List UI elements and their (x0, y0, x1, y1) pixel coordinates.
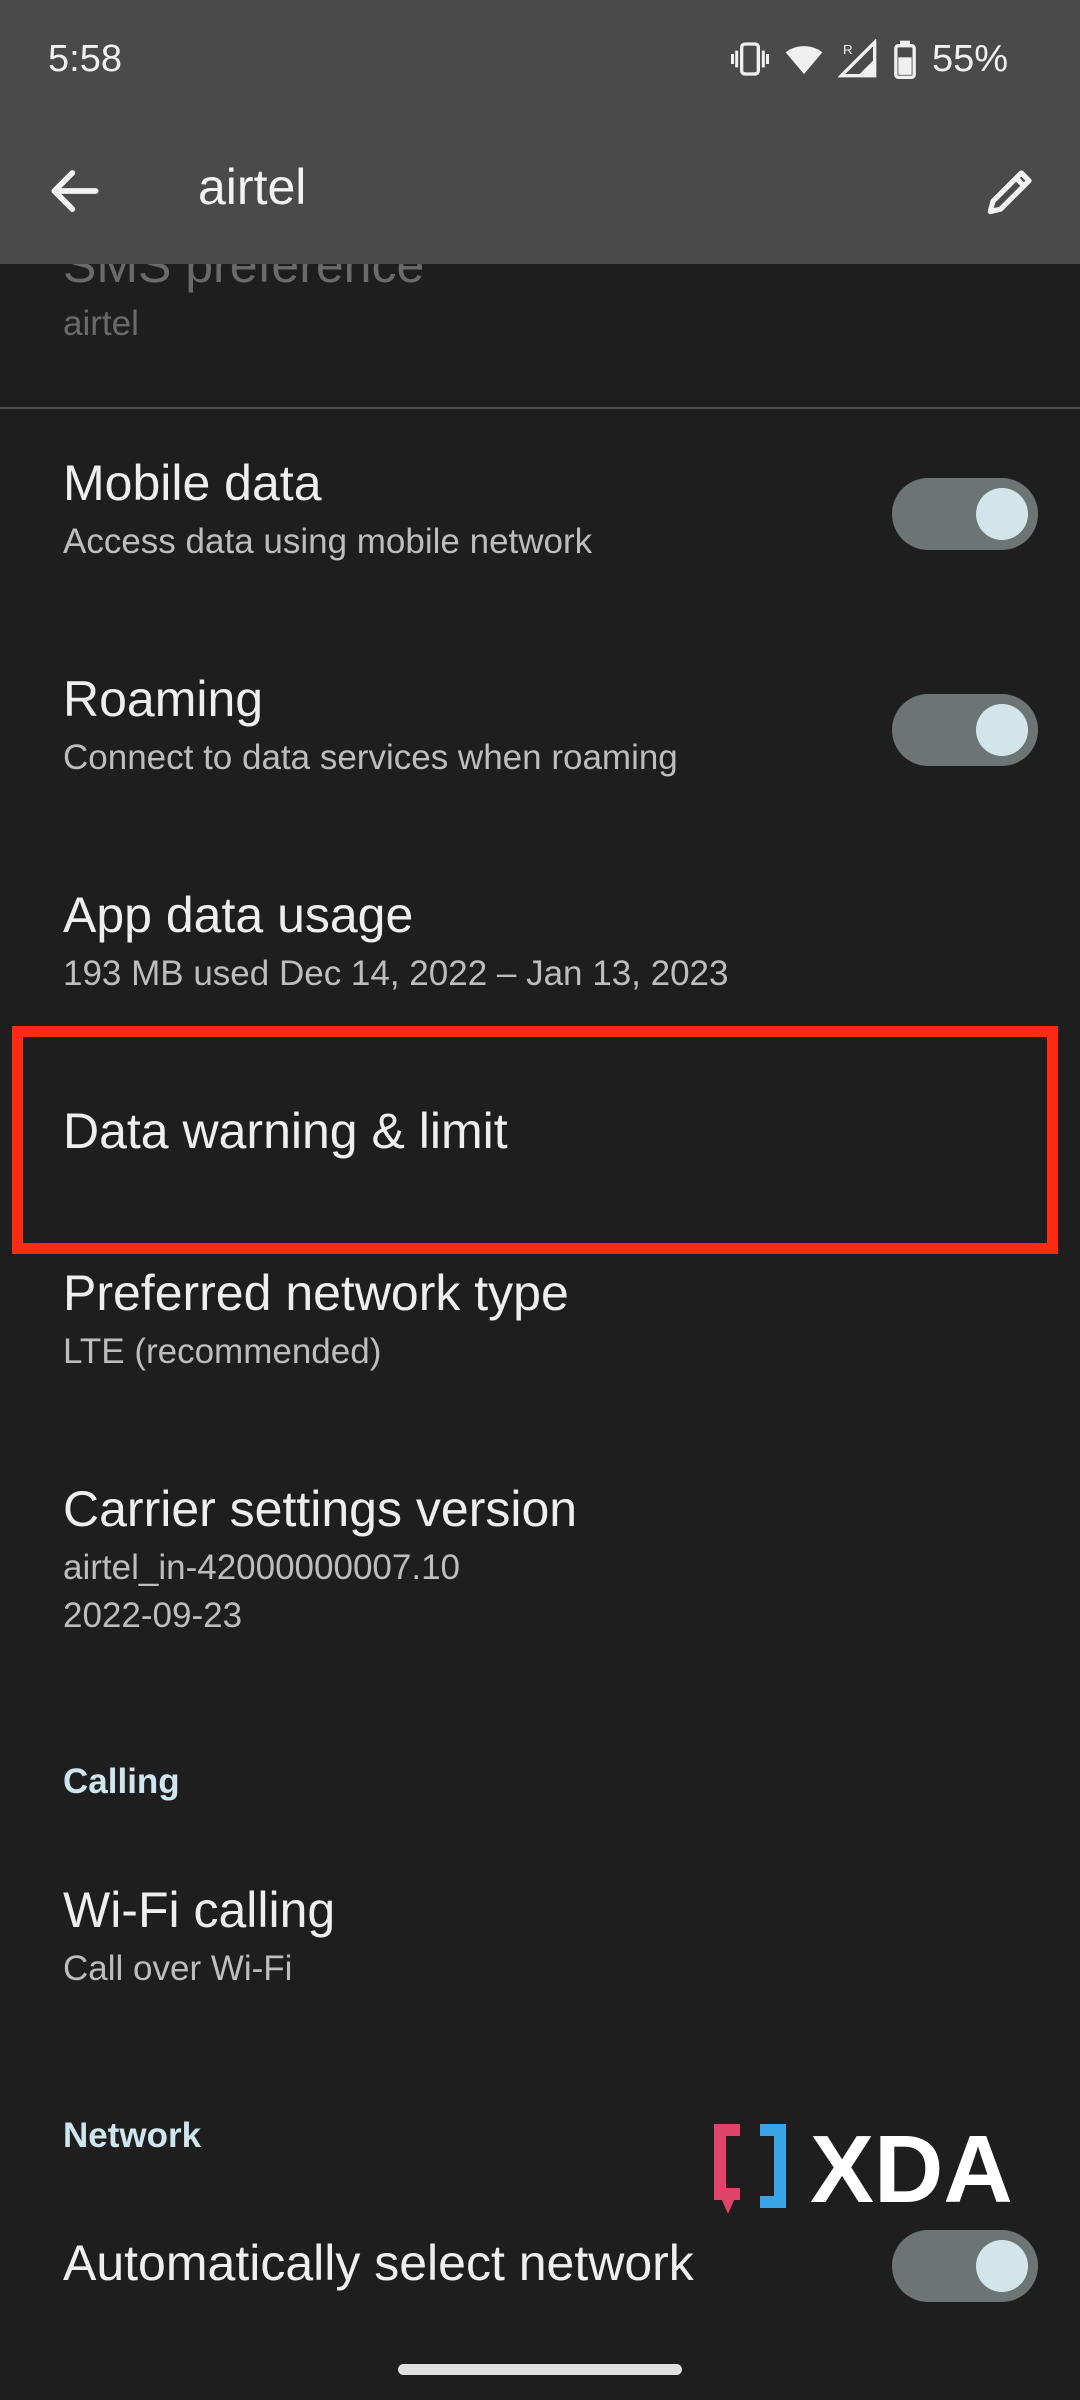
svg-text:XDA: XDA (810, 2116, 1013, 2223)
preferred-network-type-title: Preferred network type (63, 1265, 569, 1321)
vibrate-icon (730, 39, 770, 79)
wifi-calling-item[interactable]: Wi-Fi calling Call over Wi-Fi (63, 1881, 1080, 1993)
carrier-settings-version-title: Carrier settings version (63, 1481, 578, 1537)
xda-logo: XDA (706, 2116, 1050, 2226)
toggle-knob (976, 704, 1028, 756)
page-title: airtel (198, 159, 307, 215)
toggle-knob (976, 488, 1028, 540)
wifi-calling-title: Wi-Fi calling (63, 1882, 336, 1938)
app-bar: airtel (0, 118, 1080, 264)
gesture-nav-handle[interactable] (398, 2364, 682, 2375)
sms-preference-item[interactable]: SMS preference airtel (63, 264, 1080, 348)
carrier-settings-version-line1: airtel_in-42000000007.10 (63, 1548, 460, 1587)
preferred-network-type-item[interactable]: Preferred network type LTE (recommended) (63, 1264, 1080, 1376)
status-icons: R 55% (730, 38, 1008, 81)
edit-pencil-icon[interactable] (980, 160, 1042, 222)
settings-list: SMS preference airtel Mobile data Access… (0, 264, 1080, 2400)
mobile-data-toggle[interactable] (892, 478, 1038, 550)
app-data-usage-title: App data usage (63, 887, 414, 943)
app-data-usage-item[interactable]: App data usage 193 MB used Dec 14, 2022 … (63, 886, 1080, 998)
roaming-toggle[interactable] (892, 694, 1038, 766)
status-time: 5:58 (48, 37, 122, 80)
status-bar: 5:58 R 55% (0, 0, 1080, 118)
section-header-calling: Calling (63, 1762, 180, 1801)
auto-select-network-toggle[interactable] (892, 2230, 1038, 2302)
carrier-settings-version-item[interactable]: Carrier settings version airtel_in-42000… (63, 1480, 1080, 1640)
preferred-network-type-subtitle: LTE (recommended) (63, 1332, 382, 1371)
highlight-box (12, 1026, 1058, 1254)
carrier-settings-version-line2: 2022-09-23 (63, 1596, 243, 1635)
battery-percent: 55% (931, 37, 1008, 80)
battery-icon (892, 39, 918, 79)
wifi-calling-subtitle: Call over Wi-Fi (63, 1949, 293, 1988)
section-header-network: Network (63, 2116, 202, 2155)
divider (0, 407, 1080, 409)
toggle-knob (976, 2240, 1028, 2292)
wifi-icon (784, 39, 824, 79)
app-data-usage-subtitle: 193 MB used Dec 14, 2022 – Jan 13, 2023 (63, 954, 729, 993)
back-arrow-icon[interactable] (44, 160, 106, 222)
sms-preference-title: SMS preference (63, 264, 425, 293)
cell-signal-icon: R (837, 39, 878, 79)
svg-text:R: R (843, 42, 853, 57)
sms-preference-subtitle: airtel (63, 304, 139, 343)
